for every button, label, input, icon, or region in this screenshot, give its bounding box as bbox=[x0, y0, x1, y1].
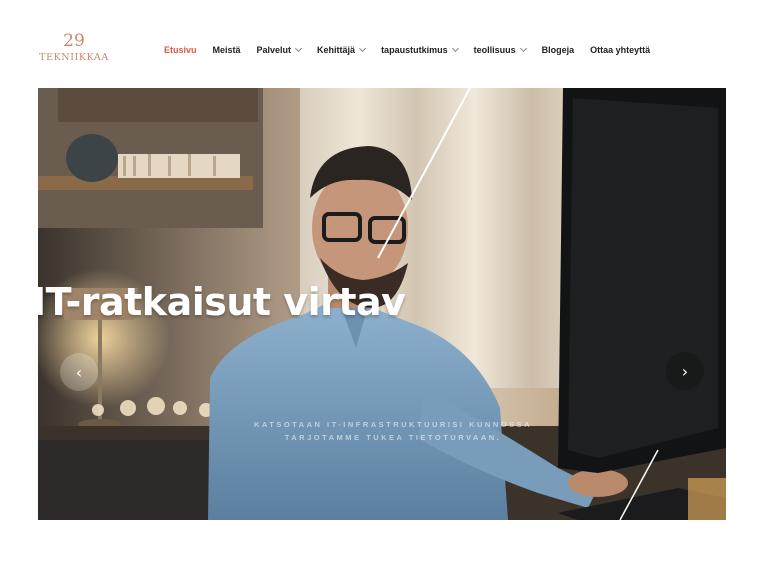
nav-item-label: tapaustutkimus bbox=[381, 45, 448, 55]
chevron-left-icon: ‹ bbox=[75, 362, 83, 382]
chevron-down-icon bbox=[295, 44, 303, 53]
nav-item-blogeja[interactable]: Blogeja bbox=[542, 45, 575, 55]
nav-item-kehittäjä[interactable]: Kehittäjä bbox=[317, 44, 367, 55]
chevron-down-icon bbox=[359, 44, 367, 53]
nav-item-label: Meistä bbox=[212, 45, 241, 55]
hero-subtitle: KATSOTAAN IT-INFRASTRUKTUURISI KUNNOSSA … bbox=[228, 418, 558, 444]
chevron-right-icon: › bbox=[681, 361, 689, 381]
nav-item-label: teollisuus bbox=[473, 45, 516, 55]
nav-item-label: Etusivu bbox=[164, 45, 197, 55]
nav-item-meistä[interactable]: Meistä bbox=[213, 45, 241, 55]
main-nav: Etusivu Meistä Palvelut Kehittäjä tapaustutk… bbox=[164, 43, 666, 57]
nav-item-ottaa-yhteyttä[interactable]: Ottaa yhteyttä bbox=[590, 45, 650, 55]
hero-subtitle-line-2: TARJOTAMME TUKEA TIETOTURVAAN. bbox=[284, 433, 502, 442]
nav-item-teollisuus[interactable]: teollisuus bbox=[473, 44, 527, 55]
nav-item-tapaustutkimus[interactable]: tapaustutkimus bbox=[381, 44, 459, 55]
site-header: 29 TEKNIIKKAA Etusivu Meistä Palvelut Kehit… bbox=[0, 0, 775, 88]
nav-item-etusivu[interactable]: Etusivu bbox=[164, 45, 197, 55]
chevron-down-icon bbox=[519, 44, 527, 53]
logo-number: 29 bbox=[63, 31, 85, 51]
nav-item-label: Blogeja bbox=[541, 45, 575, 55]
nav-item-label: Palvelut bbox=[256, 45, 292, 55]
site-logo[interactable]: 29 TEKNIIKKAA bbox=[38, 32, 110, 66]
chevron-down-icon bbox=[451, 44, 459, 53]
hero-slider: IT-ratkaisut virtav KATSOTAAN IT-INFRAST… bbox=[38, 88, 726, 520]
hero-subtitle-line-1: KATSOTAAN IT-INFRASTRUKTUURISI KUNNOSSA bbox=[253, 420, 533, 429]
nav-item-label: Ottaa yhteyttä bbox=[590, 45, 651, 55]
nav-item-palvelut[interactable]: Palvelut bbox=[256, 44, 303, 55]
hero-title: IT-ratkaisut virtav bbox=[38, 280, 406, 324]
nav-item-label: Kehittäjä bbox=[317, 45, 356, 55]
slider-prev-button[interactable]: ‹ bbox=[60, 353, 98, 391]
slider-next-button[interactable]: › bbox=[666, 352, 704, 390]
logo-wordmark: TEKNIIKKAA bbox=[39, 52, 109, 63]
